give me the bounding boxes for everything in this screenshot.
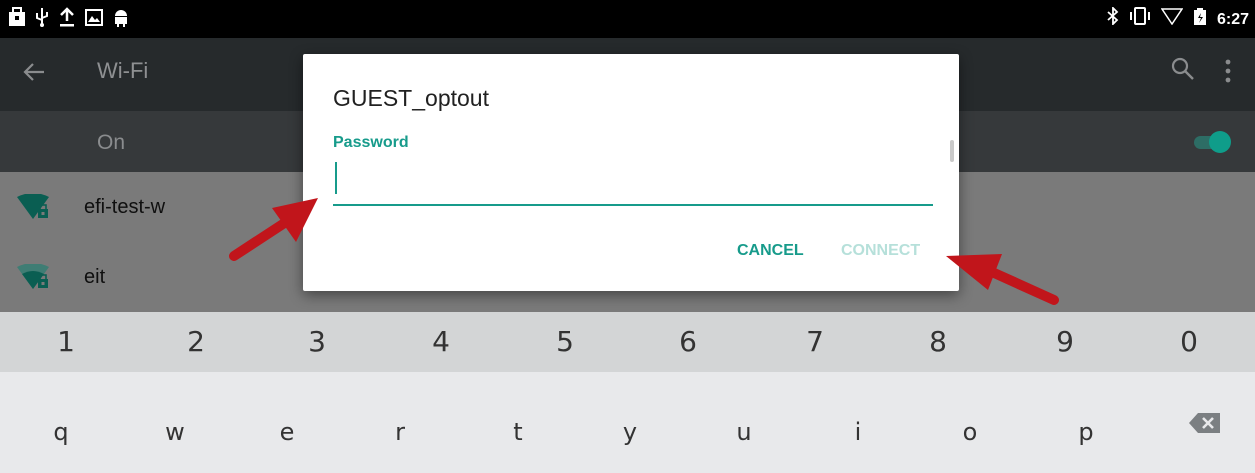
status-time: 6:27 xyxy=(1216,10,1249,28)
wifi-ssid: efi-test-w xyxy=(84,196,166,218)
arrow-back-icon[interactable] xyxy=(20,58,48,86)
key-8[interactable]: 8 xyxy=(898,312,978,372)
status-bar: 6:27 xyxy=(0,0,1255,38)
toggle-label: On xyxy=(97,131,126,154)
key-q[interactable]: q xyxy=(21,410,101,454)
wifi-lock-icon xyxy=(17,264,49,289)
key-u[interactable]: u xyxy=(704,410,784,454)
key-o[interactable]: o xyxy=(930,410,1010,454)
cancel-button[interactable]: CANCEL xyxy=(737,242,804,260)
key-t[interactable]: t xyxy=(478,410,558,454)
soft-keyboard: 1 2 3 4 5 6 7 8 9 0 q w e r t y u i o p xyxy=(0,312,1255,473)
key-1[interactable]: 1 xyxy=(26,312,106,372)
text-cursor xyxy=(335,162,337,194)
letter-row: q w e r t y u i o p xyxy=(0,392,1255,473)
connect-button[interactable]: CONNECT xyxy=(841,242,920,260)
key-w[interactable]: w xyxy=(135,410,215,454)
wifi-lock-icon xyxy=(17,194,49,219)
key-p[interactable]: p xyxy=(1046,410,1126,454)
notification-bag-icon xyxy=(8,7,26,34)
wifi-password-dialog: GUEST_optout Password CANCEL CONNECT xyxy=(303,54,959,291)
android-icon xyxy=(112,7,130,34)
vibrate-icon xyxy=(1129,7,1151,32)
wifi-signal-icon xyxy=(1160,7,1184,32)
key-4[interactable]: 4 xyxy=(401,312,481,372)
key-0[interactable]: 0 xyxy=(1149,312,1229,372)
usb-icon xyxy=(34,7,50,34)
page-title: Wi-Fi xyxy=(97,58,149,83)
key-e[interactable]: e xyxy=(247,410,327,454)
password-input[interactable] xyxy=(333,158,933,206)
key-r[interactable]: r xyxy=(360,410,440,454)
password-label: Password xyxy=(333,134,409,151)
battery-icon xyxy=(1193,7,1207,32)
key-2[interactable]: 2 xyxy=(156,312,236,372)
dialog-scrollbar[interactable] xyxy=(950,140,954,162)
backspace-icon[interactable] xyxy=(1188,411,1222,435)
number-row: 1 2 3 4 5 6 7 8 9 0 xyxy=(0,312,1255,372)
photo-icon xyxy=(84,7,104,34)
status-right-icons: 6:27 xyxy=(1107,5,1249,32)
dialog-title: GUEST_optout xyxy=(333,85,489,111)
status-left-icons xyxy=(8,7,130,34)
switch-thumb xyxy=(1209,131,1231,153)
search-icon[interactable] xyxy=(1170,56,1196,82)
upload-icon xyxy=(58,7,76,34)
key-y[interactable]: y xyxy=(590,410,670,454)
key-i[interactable]: i xyxy=(818,410,898,454)
key-7[interactable]: 7 xyxy=(775,312,855,372)
wifi-ssid: eit xyxy=(84,266,106,288)
wifi-switch[interactable] xyxy=(1190,131,1231,153)
key-6[interactable]: 6 xyxy=(648,312,728,372)
bluetooth-icon xyxy=(1107,5,1119,32)
key-3[interactable]: 3 xyxy=(277,312,357,372)
key-5[interactable]: 5 xyxy=(525,312,605,372)
more-vert-icon[interactable] xyxy=(1222,56,1234,86)
key-9[interactable]: 9 xyxy=(1025,312,1105,372)
